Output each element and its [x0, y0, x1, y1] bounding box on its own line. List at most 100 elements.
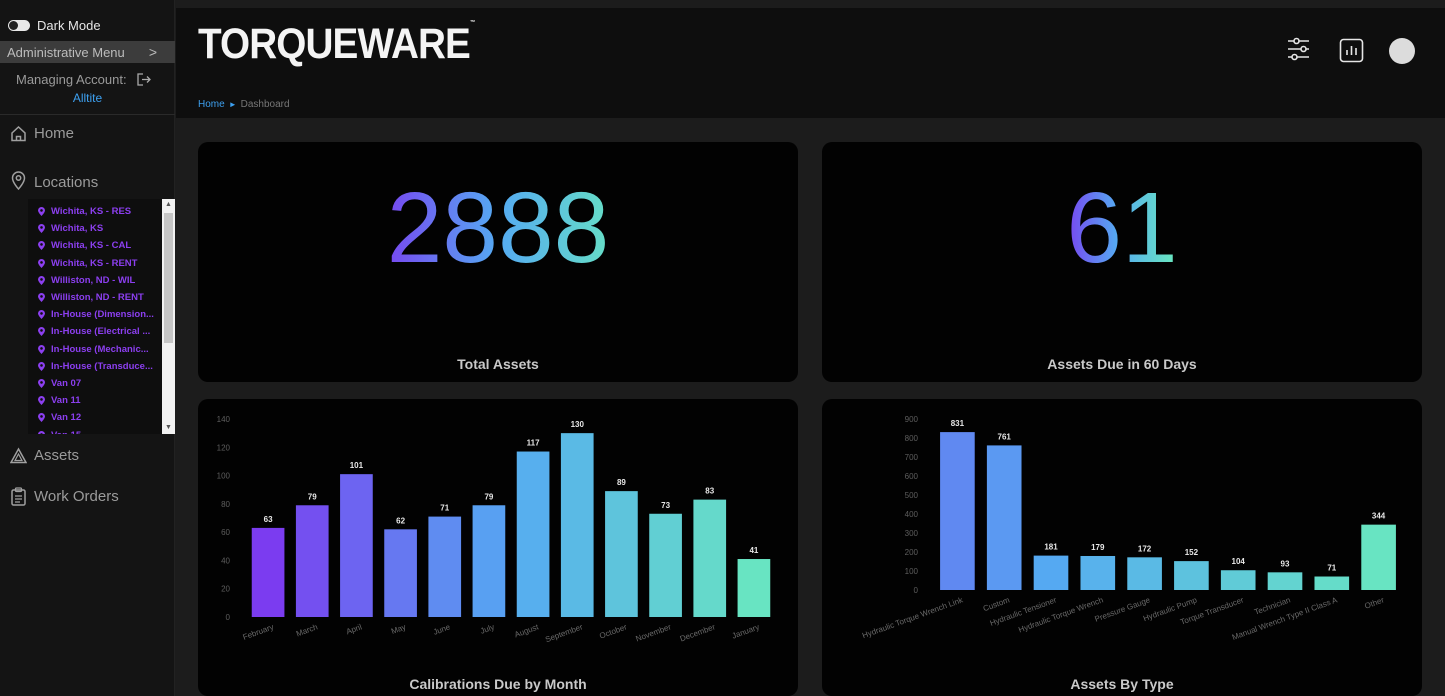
chart-bar[interactable]: [986, 445, 1022, 590]
assets-due-card[interactable]: 61 Assets Due in 60 Days: [822, 142, 1422, 382]
chart-bar[interactable]: [649, 513, 682, 617]
location-item-label: Van 07: [51, 377, 82, 389]
locations-scrollbar[interactable]: ▲ ▼: [162, 199, 175, 434]
chart-bar[interactable]: [1174, 561, 1209, 590]
location-item[interactable]: Van 15: [28, 426, 175, 434]
scroll-up-icon[interactable]: ▲: [162, 199, 175, 211]
chart-bar[interactable]: [516, 451, 550, 617]
location-pin-icon: [38, 241, 45, 251]
location-pin-icon: [38, 207, 45, 217]
sidebar-item-assets[interactable]: Assets: [10, 447, 79, 464]
chart-bar[interactable]: [1267, 572, 1303, 590]
scrollbar-thumb[interactable]: [164, 213, 173, 343]
location-item[interactable]: Van 12: [28, 409, 175, 426]
data-label: 71: [440, 504, 449, 513]
location-item[interactable]: Van 07: [28, 375, 175, 392]
y-tick-label: 40: [221, 556, 230, 565]
chart-bar[interactable]: [1314, 576, 1350, 590]
sidebar-item-home[interactable]: Home: [10, 125, 74, 142]
assets-due-number: 61: [1066, 172, 1177, 284]
chart-bar[interactable]: [1033, 555, 1069, 590]
location-item[interactable]: Wichita, KS - CAL: [28, 237, 175, 254]
x-tick-label: August: [513, 622, 540, 639]
chart-bar[interactable]: [340, 474, 373, 617]
calibrations-card[interactable]: 0 20 40 60 80 100 120 140 63 February 79 March 101 Ap…: [198, 399, 798, 696]
clipboard-icon: [11, 487, 26, 506]
location-item[interactable]: Wichita, KS: [28, 220, 175, 237]
chart-bar[interactable]: [940, 432, 975, 590]
assets-by-type-card[interactable]: 0 100 200 300 400 500 600 700 800 900 831 Hydraulic…: [822, 399, 1422, 696]
breadcrumb-home[interactable]: Home: [198, 99, 225, 110]
location-item-label: Van 12: [51, 412, 82, 424]
location-item[interactable]: Williston, ND - RENT: [28, 289, 175, 306]
location-item[interactable]: In-House (Electrical ...: [28, 323, 175, 340]
logout-icon[interactable]: [136, 73, 151, 86]
filter-sliders-icon[interactable]: [1286, 36, 1311, 62]
chart-bar[interactable]: [1080, 555, 1116, 590]
data-label: 130: [571, 420, 585, 429]
administrative-menu[interactable]: Administrative Menu >: [0, 41, 175, 63]
location-item[interactable]: In-House (Mechanic...: [28, 341, 175, 358]
location-item[interactable]: Williston, ND - WIL: [28, 272, 175, 289]
chevron-right-icon: >: [148, 44, 157, 60]
assets-by-type-chart: 0 100 200 300 400 500 600 700 800 900 831 Hydraulic…: [861, 415, 1396, 642]
y-tick-label: 600: [905, 472, 919, 481]
data-label: 831: [951, 419, 965, 428]
chart-bar[interactable]: [605, 491, 638, 617]
location-item-label: In-House (Mechanic...: [51, 343, 149, 355]
sidebar-item-locations[interactable]: Locations: [10, 168, 98, 191]
report-chart-icon[interactable]: [1339, 38, 1364, 63]
chart-bar[interactable]: [251, 527, 285, 617]
data-label: 79: [308, 492, 317, 501]
location-pin-icon: [38, 293, 45, 303]
chart-bar[interactable]: [472, 505, 506, 617]
header: TORQUEWARE™ Home ► Dashboard: [176, 8, 1445, 118]
location-item-label: Wichita, KS: [51, 223, 104, 235]
y-tick-label: 0: [914, 586, 919, 595]
location-pin-icon: [38, 413, 45, 423]
assets-triangle-icon: [10, 447, 27, 464]
data-label: 152: [1185, 548, 1199, 557]
account-name[interactable]: Alltite: [0, 91, 175, 105]
scroll-down-icon[interactable]: ▼: [162, 422, 175, 434]
x-tick-label: July: [479, 622, 495, 635]
x-tick-label: January: [731, 622, 761, 640]
data-label: 179: [1091, 543, 1105, 552]
sidebar-item-work-orders[interactable]: Work Orders: [10, 487, 119, 506]
breadcrumb-current: Dashboard: [240, 99, 290, 110]
chart-bar[interactable]: [1127, 557, 1162, 590]
data-label: 117: [527, 439, 540, 448]
data-label: 73: [661, 501, 670, 510]
dark-mode-toggle[interactable]: Dark Mode: [8, 17, 101, 33]
location-item-label: Van 11: [51, 395, 81, 407]
x-tick-label: Custom: [982, 595, 1011, 613]
chart-bar[interactable]: [428, 516, 462, 617]
chart-bar[interactable]: [295, 505, 329, 617]
total-assets-card[interactable]: 2888 Total Assets: [198, 142, 798, 382]
x-tick-label: Hydraulic Torque Wrench: [1017, 595, 1104, 634]
chart-bar[interactable]: [384, 529, 417, 617]
chart-bar[interactable]: [693, 499, 727, 617]
toggle-switch-icon[interactable]: [8, 19, 30, 31]
locations-list[interactable]: Wichita, KS - RES Wichita, KS Wichita, KS …: [28, 199, 175, 434]
chart-bar[interactable]: [560, 433, 594, 617]
location-item[interactable]: In-House (Transduce...: [28, 358, 175, 375]
y-tick-label: 800: [905, 434, 919, 443]
location-item[interactable]: In-House (Dimension...: [28, 306, 175, 323]
location-item[interactable]: Wichita, KS - RES: [28, 203, 175, 220]
location-item[interactable]: Wichita, KS - RENT: [28, 255, 175, 272]
y-tick-label: 100: [905, 567, 919, 576]
location-pin-icon: [38, 310, 45, 320]
sidebar-divider: [0, 114, 175, 115]
chart-bar[interactable]: [1220, 570, 1256, 590]
logo[interactable]: TORQUEWARE™: [198, 20, 475, 69]
svg-text:2888: 2888: [387, 182, 609, 282]
chart-bar[interactable]: [1361, 524, 1396, 590]
y-tick-label: 140: [217, 415, 231, 424]
location-item-label: In-House (Electrical ...: [51, 326, 151, 338]
data-label: 101: [350, 461, 364, 470]
chart-bar[interactable]: [737, 559, 771, 617]
user-avatar-icon[interactable]: [1389, 38, 1415, 64]
location-item[interactable]: Van 11: [28, 392, 175, 409]
x-tick-label: October: [598, 622, 628, 640]
